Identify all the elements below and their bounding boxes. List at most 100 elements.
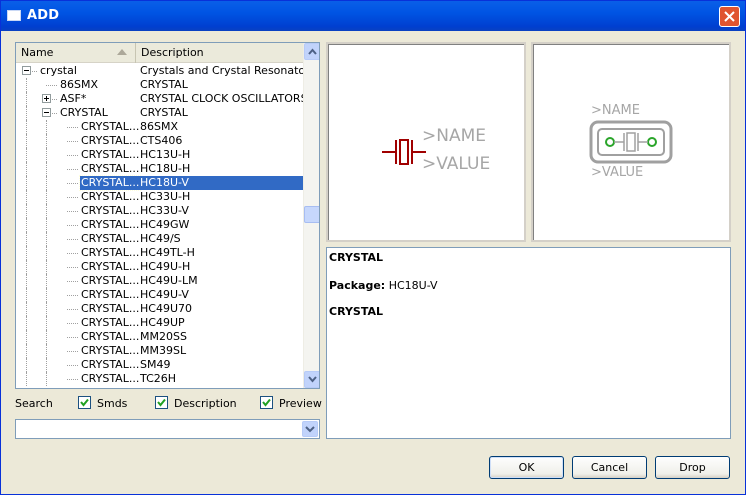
collapse-icon[interactable] — [42, 108, 51, 117]
tree-row[interactable]: CRYSTAL... HC49U70 — [16, 302, 303, 316]
tree-row-name: CRYSTAL... — [81, 302, 140, 315]
tree-connector — [26, 344, 27, 358]
tree-connector — [46, 330, 47, 344]
tree-header: Name Description — [16, 43, 303, 63]
tree-row[interactable]: CRYSTAL... CTS406 — [16, 134, 303, 148]
collapse-icon[interactable] — [22, 66, 31, 75]
check-icon — [80, 398, 89, 407]
tree-row[interactable]: CRYSTAL... HC18U-V — [16, 175, 303, 191]
tree-row[interactable]: ASF* CRYSTAL CLOCK OSCILLATORS — [16, 92, 308, 106]
tree-row-name: CRYSTAL... — [81, 120, 140, 133]
tree-row[interactable]: CRYSTAL... MM20SS — [16, 330, 303, 344]
tree-row[interactable]: CRYSTAL... HC49TL-H — [16, 246, 303, 260]
tree-row[interactable]: CRYSTAL... HC49GW — [16, 218, 303, 232]
tree-row[interactable]: 86SMX CRYSTAL — [16, 78, 303, 92]
tree-row[interactable]: CRYSTAL... MM39SL — [16, 344, 303, 358]
tree-scrollbar[interactable] — [303, 43, 319, 388]
tree-connector — [46, 274, 47, 288]
scroll-down-button[interactable] — [304, 371, 319, 388]
tree-row-description: SM49 — [140, 358, 171, 371]
tree-connector — [67, 309, 78, 310]
tree-row[interactable]: CRYSTAL... HC49U-H — [16, 260, 303, 274]
tree-row-name: CRYSTAL... — [81, 148, 140, 161]
ok-button[interactable]: OK — [489, 456, 564, 479]
column-header-name-label: Name — [21, 46, 54, 59]
column-header-description-label: Description — [141, 46, 204, 59]
column-header-name[interactable]: Name — [16, 43, 136, 63]
tree-connector — [26, 106, 27, 120]
tree-connector — [67, 197, 78, 198]
tree-row[interactable]: CRYSTAL... TC26H — [16, 372, 303, 386]
smds-checkbox-box[interactable] — [78, 396, 91, 409]
scroll-up-button[interactable] — [304, 43, 319, 60]
tree-connector — [67, 225, 78, 226]
tree-row-name: CRYSTAL... — [81, 372, 140, 385]
tree-connector — [46, 302, 47, 316]
tree-row-name: CRYSTAL... — [81, 330, 140, 343]
tree-connector — [46, 190, 47, 204]
tree-row-name: CRYSTAL... — [81, 218, 140, 231]
tree-row-description: CRYSTAL — [140, 106, 188, 119]
tree-row-name: crystal — [40, 64, 77, 77]
close-button[interactable] — [719, 6, 740, 27]
window-title: ADD — [27, 8, 60, 23]
tree-row-description: HC49GW — [140, 218, 190, 231]
check-icon — [262, 398, 271, 407]
tree-rows: crystal Crystals and Crystal Resonators 86… — [16, 64, 315, 386]
tree-row[interactable]: CRYSTAL... HC33U-H — [16, 190, 303, 204]
tree-row[interactable]: CRYSTAL... HC49/S — [16, 232, 303, 246]
tree-row[interactable]: CRYSTAL... HC13U-H — [16, 148, 303, 162]
tree-row[interactable]: CRYSTAL... HC18U-H — [16, 162, 303, 176]
tree-connector — [46, 288, 47, 302]
tree-connector — [26, 274, 27, 288]
search-dropdown-button[interactable] — [302, 421, 318, 437]
search-input[interactable] — [15, 419, 320, 439]
tree-row-description: HC18U-H — [140, 162, 191, 175]
scroll-thumb[interactable] — [304, 206, 319, 223]
tree-row-description: HC33U-V — [140, 204, 189, 217]
smds-label: Smds — [97, 397, 128, 410]
tree-row[interactable]: CRYSTAL... HC49U-V — [16, 288, 303, 302]
tree-connector — [67, 141, 78, 142]
cancel-button[interactable]: Cancel — [572, 456, 647, 479]
tree-connector — [26, 176, 27, 190]
library-tree[interactable]: Name Description crystal Crystals and Cry… — [15, 42, 320, 389]
package-value-label: >VALUE — [591, 165, 644, 180]
tree-connector — [46, 246, 47, 260]
tree-connector — [67, 295, 78, 296]
title-bar[interactable]: ADD — [1, 1, 745, 31]
tree-row-name: CRYSTAL... — [81, 358, 140, 371]
tree-connector — [26, 218, 27, 232]
tree-connector — [26, 260, 27, 274]
tree-connector — [46, 120, 47, 134]
window-icon — [7, 10, 21, 21]
add-dialog: ADD Name Description crystal Crystals and… — [0, 0, 746, 495]
tree-row[interactable]: CRYSTAL CRYSTAL — [16, 106, 303, 120]
tree-row-name: CRYSTAL... — [81, 204, 140, 217]
info-package: Package: HC18U-V — [329, 279, 438, 292]
tree-row[interactable]: CRYSTAL... HC33U-V — [16, 204, 303, 218]
tree-row-description: HC49TL-H — [140, 246, 195, 259]
info-title-text: CRYSTAL — [329, 251, 384, 264]
filter-bar: Search Smds Description Preview — [15, 396, 322, 412]
info-description-text: CRYSTAL — [329, 305, 384, 318]
expand-icon[interactable] — [42, 94, 51, 103]
tree-connector — [46, 344, 47, 358]
tree-connector — [26, 92, 27, 106]
tree-row-description: HC33U-H — [140, 190, 191, 203]
tree-connector — [26, 78, 27, 92]
tree-row[interactable]: CRYSTAL... HC49U-LM — [16, 274, 303, 288]
description-checkbox-box[interactable] — [155, 396, 168, 409]
tree-row-description: HC18U-V — [139, 176, 303, 190]
tree-connector — [46, 134, 47, 148]
tree-row[interactable]: crystal Crystals and Crystal Resonators — [16, 64, 315, 78]
column-header-description[interactable]: Description — [136, 43, 303, 63]
tree-row[interactable]: CRYSTAL... 86SMX — [16, 120, 303, 134]
tree-row[interactable]: CRYSTAL... HC49UP — [16, 316, 303, 330]
tree-connector — [67, 211, 78, 212]
drop-button[interactable]: Drop — [655, 456, 730, 479]
tree-row-description: HC49/S — [140, 232, 181, 245]
tree-row-name: CRYSTAL... — [81, 316, 140, 329]
tree-row[interactable]: CRYSTAL... SM49 — [16, 358, 303, 372]
preview-checkbox-box[interactable] — [260, 396, 273, 409]
